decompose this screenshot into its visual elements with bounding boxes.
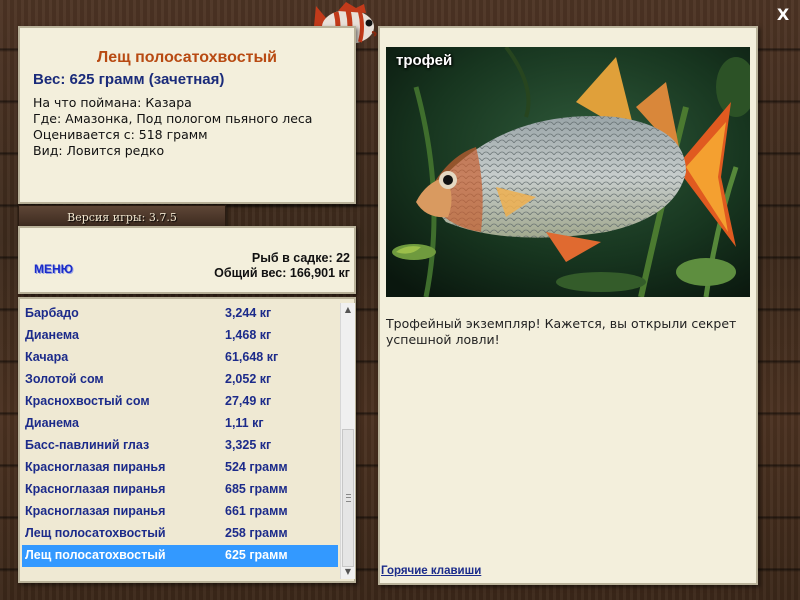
list-item[interactable]: Лещ полосатохвостый 258 грамм [22,523,338,545]
fish-weight: Вес: 625 грамм (зачетная) [33,71,225,88]
fish-valued-from: Оценивается с: 518 грамм [33,127,208,142]
list-item[interactable]: Качара 61,648 кг [22,347,338,369]
list-item[interactable]: Басс-павлиний глаз 3,325 кг [22,435,338,457]
scrollbar-thumb[interactable] [342,429,354,567]
list-item-weight: 1,11 кг [225,416,264,430]
list-item-weight: 27,49 кг [225,394,272,408]
fish-location: Где: Амазонка, Под пологом пьяного леса [33,111,313,126]
list-item-weight: 3,244 кг [225,306,272,320]
list-item-name: Красноглазая пиранья [25,504,166,518]
list-item-name: Красноглазая пиранья [25,460,166,474]
list-item-weight: 661 грамм [225,504,288,518]
stats-panel: МЕНЮ Рыб в садке: 22 Общий вес: 166,901 … [18,226,356,294]
trophy-description: Трофейный экземпляр! Кажется, вы открыли… [386,316,737,347]
close-button[interactable]: X [774,6,792,24]
catch-list-panel: Барбадо 3,244 кг Дианема 1,468 кг Качара 61,6… [18,297,356,583]
hotkeys-link[interactable]: Горячие клавиши [381,565,481,577]
catch-list[interactable]: Барбадо 3,244 кг Дианема 1,468 кг Качара 61,6… [22,303,338,567]
game-version: Версия игры: 3.7.5 [67,211,177,224]
list-item-name: Лещ полосатохвостый [25,526,166,540]
list-item-name: Дианема [25,328,79,342]
list-item-selected[interactable]: Лещ полосатохвостый 625 грамм [22,545,338,567]
list-item-name: Красноглазая пиранья [25,482,166,496]
list-item-name: Барбадо [25,306,79,320]
trophy-detail-panel: трофей Трофейный экземпляр! Кажется, вы … [378,26,758,585]
fish-photo: трофей [386,47,750,297]
close-icon: X [776,5,790,24]
list-item[interactable]: Дианема 1,468 кг [22,325,338,347]
scroll-up-arrow-icon[interactable]: ▲ [341,303,355,317]
fish-count: Рыб в садке: 22 [251,251,350,265]
scrollbar-grip [346,494,351,502]
list-item-weight: 685 грамм [225,482,288,496]
total-weight: Общий вес: 166,901 кг [214,266,350,280]
list-item-name: Краснохвостый сом [25,394,150,408]
list-item-weight: 2,052 кг [225,372,272,386]
version-plate: Версия игры: 3.7.5 [18,205,226,228]
fish-bait: На что поймана: Казара [33,95,192,110]
list-item-weight: 3,325 кг [225,438,272,452]
list-item-weight: 524 грамм [225,460,288,474]
fish-species: Вид: Ловится редко [33,143,165,158]
list-item-name: Лещ полосатохвостый [25,548,166,562]
list-item[interactable]: Краснохвостый сом 27,49 кг [22,391,338,413]
list-item[interactable]: Красноглазая пиранья 524 грамм [22,457,338,479]
list-item-weight: 1,468 кг [225,328,272,342]
list-item[interactable]: Дианема 1,11 кг [22,413,338,435]
list-item[interactable]: Золотой сом 2,052 кг [22,369,338,391]
list-item[interactable]: Барбадо 3,244 кг [22,303,338,325]
fish-title: Лещ полосатохвостый [97,49,277,66]
list-item-weight: 258 грамм [225,526,288,540]
list-item-name: Золотой сом [25,372,104,386]
scrollbar[interactable]: ▲ ▼ [340,303,355,579]
fish-info-panel: Лещ полосатохвостый Вес: 625 грамм (заче… [18,26,356,204]
fish-photo-illustration [386,47,750,297]
list-item[interactable]: Красноглазая пиранья 685 грамм [22,479,338,501]
list-item-weight: 625 грамм [225,548,288,562]
list-item-weight: 61,648 кг [225,350,279,364]
list-item-name: Дианема [25,416,79,430]
list-item[interactable]: Красноглазая пиранья 661 грамм [22,501,338,523]
list-item-name: Качара [25,350,69,364]
scroll-down-arrow-icon[interactable]: ▼ [341,565,355,579]
trophy-label: трофей [396,52,453,69]
list-item-name: Басс-павлиний глаз [25,438,150,452]
menu-button[interactable]: МЕНЮ [34,262,73,276]
